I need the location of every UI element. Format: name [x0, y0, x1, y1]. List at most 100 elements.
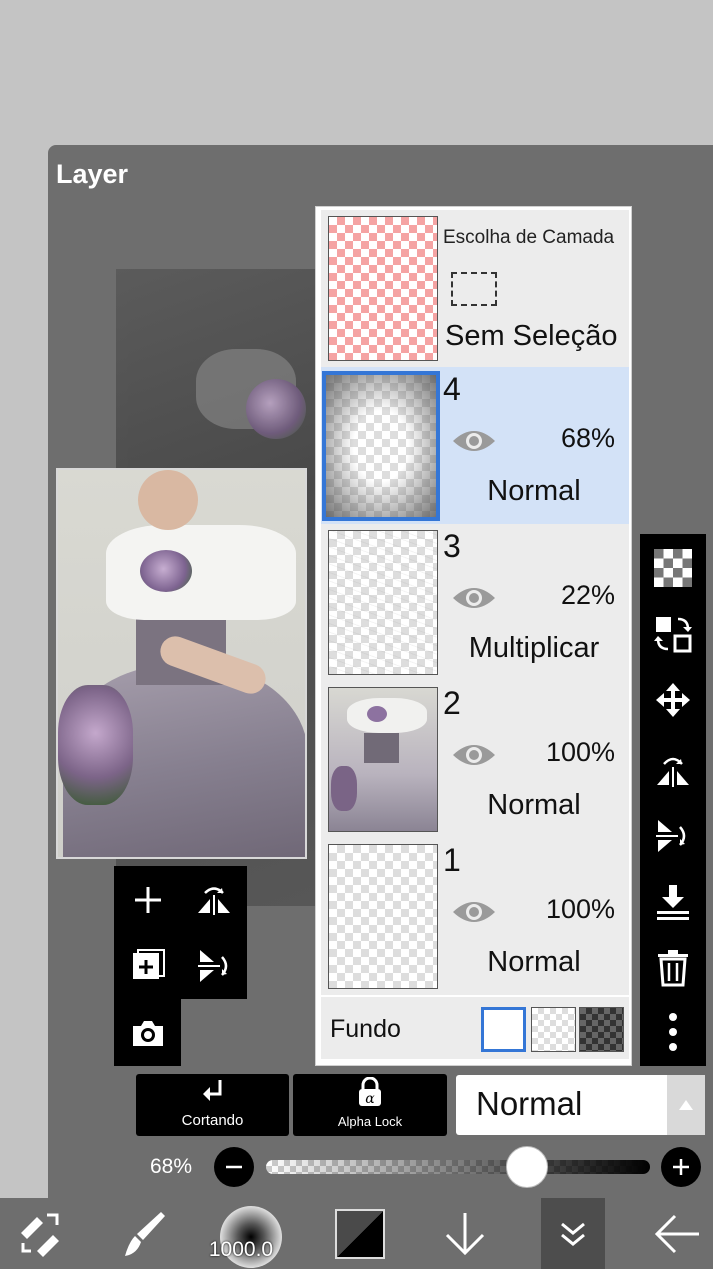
flip-vertical-icon — [197, 949, 227, 982]
color-swatch-icon — [335, 1208, 385, 1259]
selection-status: Sem Seleção — [445, 320, 618, 352]
brush-icon — [125, 1211, 165, 1256]
layer-opacity: 100% — [545, 737, 615, 767]
flip-horizontal-icon — [657, 757, 689, 787]
layer-thumbnail — [322, 371, 440, 521]
svg-text:α: α — [365, 1091, 375, 1107]
swap-icon — [654, 617, 692, 653]
layer-blend-mode: Normal — [487, 475, 581, 507]
bottom-toolbar: 1000.0 — [0, 1198, 713, 1269]
checkerboard-icon — [654, 549, 692, 587]
add-layer-copy-icon — [132, 948, 165, 979]
opacity-slider[interactable] — [266, 1160, 650, 1174]
move-down-button[interactable] — [425, 1198, 505, 1269]
layer-thumbnail — [328, 530, 438, 675]
layer-number: 2 — [443, 685, 461, 721]
photo-collar — [106, 525, 296, 620]
delete-layer-button[interactable] — [640, 936, 706, 1000]
color-button[interactable] — [320, 1198, 400, 1269]
merge-down-button[interactable] — [640, 870, 706, 934]
flip-vertical-button[interactable] — [180, 932, 247, 999]
blend-mode-arrow[interactable] — [667, 1075, 705, 1135]
photo-face — [138, 470, 198, 530]
selection-layer-thumbnail — [328, 216, 438, 361]
trash-icon — [658, 950, 688, 987]
clipping-button[interactable]: Cortando — [136, 1074, 289, 1136]
canvas-photo-preview[interactable] — [56, 468, 307, 859]
triangle-up-icon — [679, 1100, 693, 1110]
transparency-button[interactable] — [640, 536, 706, 600]
more-vertical-icon — [669, 1013, 677, 1051]
layer-row-4[interactable]: 4 68% Normal — [321, 367, 629, 524]
blend-mode-select[interactable]: Normal — [456, 1075, 705, 1135]
opacity-decrease-button[interactable] — [214, 1147, 254, 1187]
layer-menu-button[interactable] — [541, 1198, 605, 1269]
opacity-slider-handle[interactable] — [506, 1146, 549, 1188]
transform-tool-button[interactable] — [0, 1198, 80, 1269]
layer-row-3[interactable]: 3 22% Multiplicar — [321, 524, 629, 681]
brush-tool-button[interactable] — [105, 1198, 185, 1269]
camera-toolbar — [114, 999, 181, 1066]
eye-icon[interactable] — [451, 584, 497, 612]
background-dark-swatch[interactable] — [579, 1007, 624, 1052]
background-label: Fundo — [330, 1015, 401, 1043]
layer-opacity: 22% — [560, 580, 615, 610]
chevron-double-down-icon — [561, 1222, 585, 1246]
layer-opacity: 68% — [560, 423, 615, 453]
photo-rose — [140, 550, 192, 592]
back-button[interactable] — [640, 1198, 713, 1269]
flip-vertical-right-button[interactable] — [640, 804, 706, 868]
add-copy-layer-button[interactable] — [114, 932, 181, 999]
panel-title: Layer — [56, 159, 129, 189]
opacity-label: 68% — [150, 1155, 193, 1178]
layer-thumbnail — [328, 687, 438, 832]
minus-icon — [226, 1165, 242, 1169]
plus-icon — [673, 1159, 689, 1175]
arrow-down-icon — [445, 1212, 485, 1255]
eye-icon[interactable] — [451, 427, 497, 455]
blend-mode-value: Normal — [476, 1085, 583, 1122]
flip-horizontal-button[interactable] — [180, 866, 247, 933]
camera-icon — [132, 1020, 163, 1046]
camera-button[interactable] — [114, 999, 181, 1066]
alpha-lock-button[interactable]: α Alpha Lock — [293, 1074, 447, 1136]
move-icon — [656, 683, 690, 717]
layer-actions-toolbar — [114, 866, 247, 999]
add-layer-button[interactable] — [114, 866, 181, 933]
arrow-left-icon — [654, 1214, 699, 1253]
layers-list: Escolha de Camada Sem Seleção 4 68% Norm… — [315, 206, 632, 1066]
layer-blend-mode: Normal — [487, 946, 581, 978]
layer-thumbnail — [328, 844, 438, 989]
selection-layer-title: Escolha de Camada — [443, 227, 615, 248]
right-layer-toolbar — [640, 534, 706, 1066]
alpha-lock-label: Alpha Lock — [337, 1114, 403, 1129]
background-white-swatch[interactable] — [481, 1007, 526, 1052]
eye-icon[interactable] — [451, 898, 497, 926]
clipping-arrow-icon — [203, 1080, 222, 1101]
brush-size-value: 1000.0 — [208, 1238, 274, 1261]
plus-icon — [134, 886, 161, 913]
layer-number: 1 — [443, 842, 461, 878]
background-transparent-swatch[interactable] — [531, 1007, 576, 1052]
flip-horizontal-icon — [197, 886, 230, 915]
background-row: Fundo — [321, 997, 629, 1059]
transform-icon — [21, 1213, 59, 1257]
layer-row-1[interactable]: 1 100% Normal — [321, 838, 629, 995]
selection-layer-row[interactable]: Escolha de Camada Sem Seleção — [321, 210, 629, 367]
more-options-button[interactable] — [640, 1000, 706, 1064]
clipping-label: Cortando — [181, 1112, 244, 1129]
photo-roses — [58, 685, 133, 805]
move-button[interactable] — [640, 668, 706, 732]
flip-horizontal-right-button[interactable] — [640, 738, 706, 802]
swap-layer-button[interactable] — [640, 602, 706, 666]
preview-flower-shape — [246, 379, 306, 439]
layer-number: 3 — [443, 528, 461, 564]
layer-blend-mode: Multiplicar — [468, 632, 600, 664]
selection-marquee-icon — [451, 272, 497, 306]
merge-down-icon — [657, 885, 689, 920]
opacity-increase-button[interactable] — [661, 1147, 701, 1187]
layer-row-2[interactable]: 2 100% Normal — [321, 681, 629, 838]
layer-number: 4 — [443, 371, 461, 407]
eye-icon[interactable] — [451, 741, 497, 769]
lock-icon: α — [359, 1077, 381, 1107]
